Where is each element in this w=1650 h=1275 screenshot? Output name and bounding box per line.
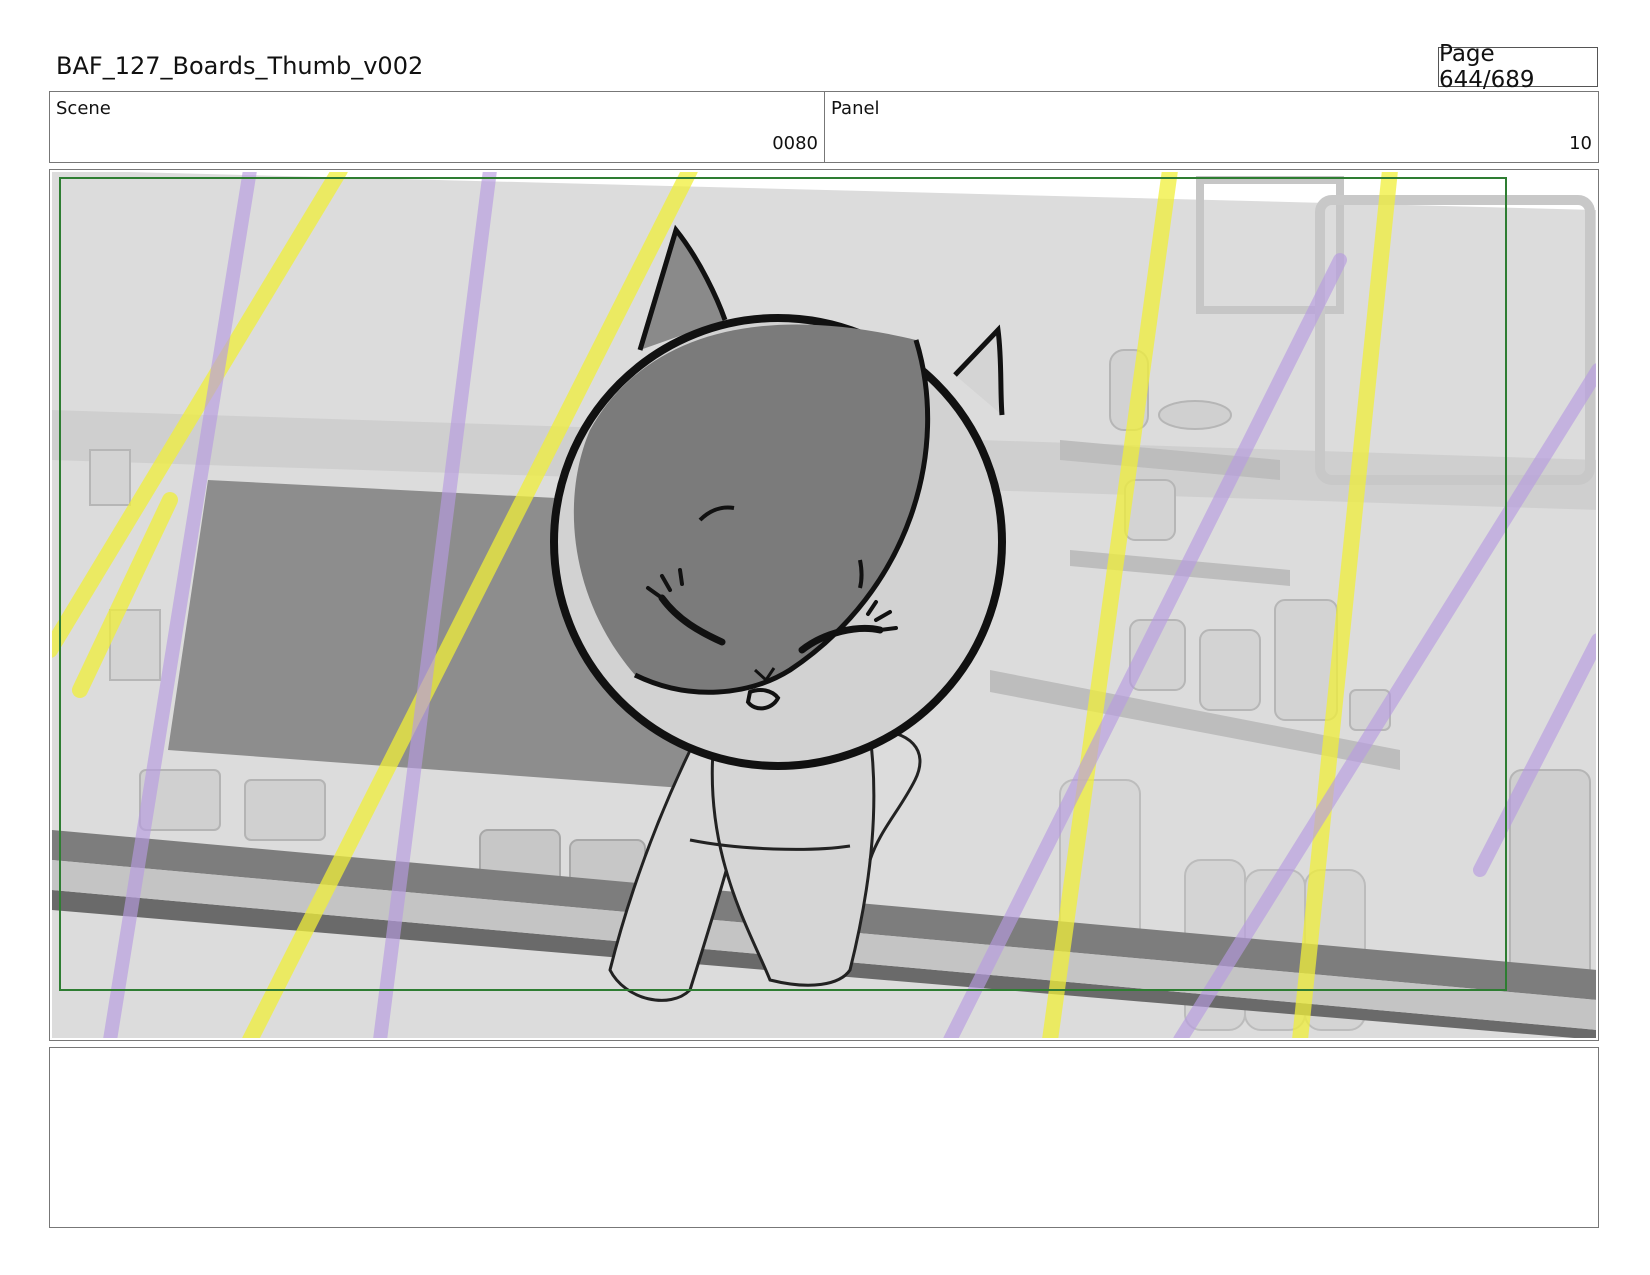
storyboard-frame <box>49 169 1599 1041</box>
panel-cell: Panel 10 <box>825 92 1598 162</box>
bowl <box>1158 400 1232 430</box>
cup-stack <box>1199 629 1261 711</box>
panel-number: 10 <box>1569 133 1592 154</box>
scene-number: 0080 <box>772 133 818 154</box>
canister <box>89 449 131 506</box>
panel-notes-box <box>49 1047 1599 1228</box>
cat-mouth <box>745 688 781 711</box>
page-number: Page 644/689 <box>1438 41 1598 93</box>
scene-panel-info: Scene 0080 Panel 10 <box>49 91 1599 163</box>
storage-box <box>244 779 326 841</box>
panel-label: Panel <box>831 98 880 119</box>
scene-cell: Scene 0080 <box>50 92 825 162</box>
document-title: BAF_127_Boards_Thumb_v002 <box>56 52 424 80</box>
cat-brow-right <box>858 559 864 589</box>
storyboard-drawing <box>52 172 1596 1038</box>
scene-label: Scene <box>56 98 111 119</box>
